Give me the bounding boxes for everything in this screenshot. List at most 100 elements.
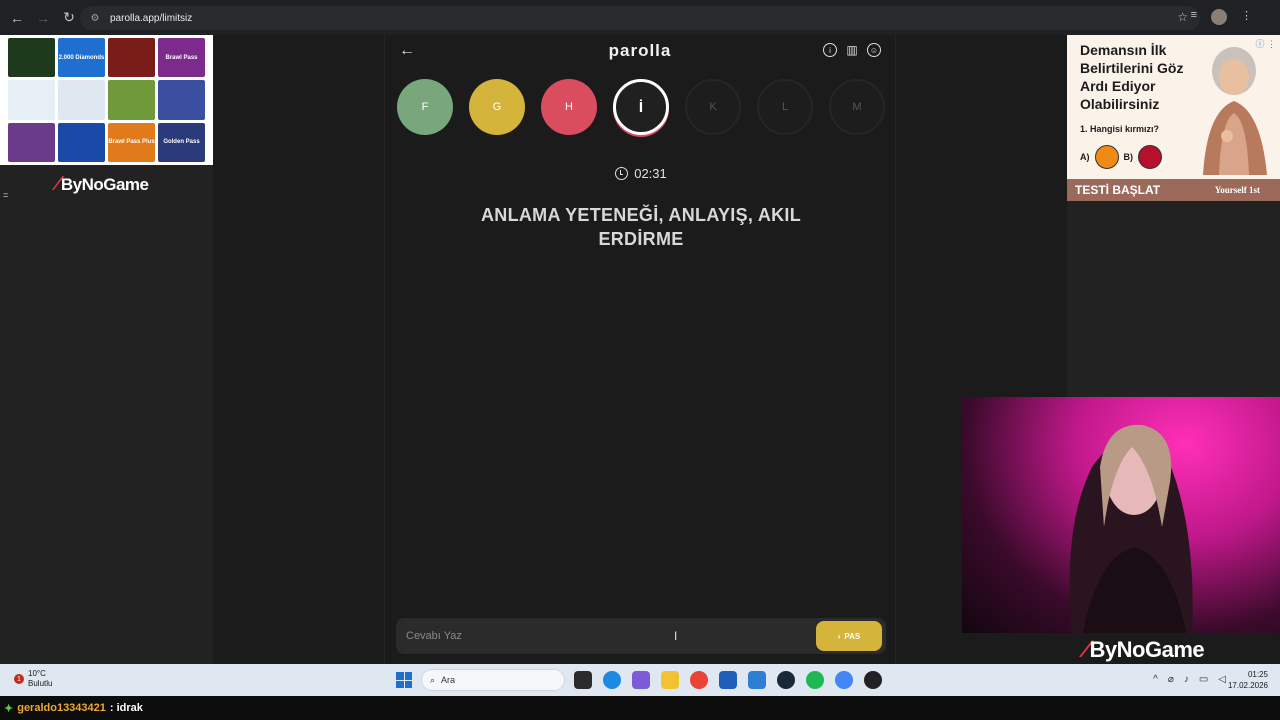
elderly-woman-illustration [1203,47,1267,175]
ad-product-tile[interactable] [158,80,205,120]
volume-icon[interactable]: ◁ [1218,674,1226,685]
letter-circle-m: M [829,79,885,135]
ad-headline: Demansın İlk Belirtilerini Göz Ardı Ediy… [1080,42,1184,112]
menu-icon[interactable]: ⋮ [1241,9,1252,25]
browser-toolbar: ← → ↻ ⚙ parolla.app/limitsiz ☆ ≡ ⋮ [0,0,1280,35]
ad-product-tile[interactable] [108,80,155,120]
temperature: 10°C [28,669,46,678]
game-title: parolla [608,41,672,60]
forward-icon[interactable]: → [34,9,52,27]
letter-circle-i̇: İ [613,79,669,135]
letter-wheel: FGHİKLM [397,79,887,137]
game-back-button[interactable]: ← [399,42,415,60]
letter-circle-k: K [685,79,741,135]
file-explorer-icon[interactable] [661,671,679,689]
microphone-icon[interactable]: ♪ [1184,674,1189,685]
question-text: ANLAMA YETENEĞİ, ANLAYIŞ, AKIL ERDİRME [480,205,802,249]
chrome-active-icon[interactable] [835,671,853,689]
windows-taskbar: 1 10°C Bulutlu ⌕ Ara ^ ⌀ ♪ ▭ ◁ 01:25 17.… [0,664,1280,696]
letter-circle-h: H [541,79,597,135]
subscriber-badge-icon: ✦ [4,702,14,715]
answer-bar: › PAS [396,618,886,654]
ad-options: A) B) [1080,145,1162,169]
webcam-overlay [962,397,1280,633]
media-control-icon[interactable]: ≡ [1191,9,1197,25]
taskbar-search-placeholder: Ara [441,675,456,685]
weather-condition: Bulutlu [28,679,53,688]
ad-product-tile[interactable] [58,122,105,162]
bynogame-watermark: ⁄ ByNoGame [1084,636,1205,664]
spotify-icon[interactable] [806,671,824,689]
ad-option-a-dot[interactable] [1094,145,1119,169]
mail-icon[interactable] [748,671,766,689]
timer: 02:31 [385,166,897,181]
right-column-blank [1067,201,1280,397]
chat-text: : idrak [109,702,143,714]
copilot-icon[interactable] [632,671,650,689]
profile-icon[interactable]: ☺ [867,43,881,57]
letter-circle-f: F [397,79,453,135]
bynogame-logo-text: ByNoGame [60,174,149,194]
system-tray: ^ ⌀ ♪ ▭ ◁ [1153,674,1226,685]
taskbar-apps [574,671,882,689]
address-bar[interactable]: ⚙ parolla.app/limitsiz ☆ [80,6,1200,30]
ad-cta-label: TESTİ BAŞLAT [1075,183,1161,197]
ad-product-tile[interactable]: Brawl Pass [158,38,205,78]
bynogame-logo[interactable]: ⁄ ByNoGame [56,173,149,196]
bynogame-mark-icon: ⁄ [56,173,59,195]
ad-product-tile[interactable]: Golden Pass [158,122,205,162]
clock-time: 01:25 [1247,670,1268,679]
chat-message: ✦ geraldo13343421 : idrak [0,696,1280,720]
streamer-silhouette [1069,424,1193,633]
clock-date: 17.02.2026 [1227,681,1268,690]
ad-cta-button[interactable]: TESTİ BAŞLAT Yourself 1st [1067,179,1280,201]
ad-question: 1. Hangisi kırmızı? [1080,124,1160,134]
left-ad-panel: 2.000 Diamonds Brawl Pass Brawl Pass Plus G… [0,35,213,664]
ad-product-tile[interactable] [8,80,55,120]
bynogame-mark-icon: ⁄ [1084,636,1088,663]
weather-widget[interactable]: 1 10°C Bulutlu [14,669,52,689]
system-clock[interactable]: 01:25 17.02.2026 [1228,669,1268,691]
stats-icon[interactable]: ▥ [845,43,859,57]
ad-product-tile[interactable]: 2.000 Diamonds [58,38,105,78]
reload-icon[interactable]: ↻ [60,9,78,27]
answer-input[interactable] [406,630,816,642]
notification-badge: 1 [14,674,24,684]
taskbar-search[interactable]: ⌕ Ara [421,669,565,691]
chevron-up-icon[interactable]: ^ [1153,674,1158,685]
ad-option-b-dot[interactable] [1138,145,1162,169]
right-ad-banner[interactable]: Demansın İlk Belirtilerini Göz Ardı Ediy… [1067,35,1280,201]
search-icon: ⌕ [430,674,436,685]
pass-button[interactable]: › PAS [816,621,882,651]
ad-product-tile[interactable] [8,38,55,78]
url-text: parolla.app/limitsiz [110,12,193,24]
chevron-right-icon: › [837,631,841,641]
ad-product-tile[interactable]: Brawl Pass Plus [108,122,155,162]
windows-start-icon[interactable] [396,672,412,688]
ad-product-tile[interactable] [108,38,155,78]
edge-icon[interactable] [603,671,621,689]
ad-product-grid[interactable]: 2.000 Diamonds Brawl Pass Brawl Pass Plus G… [0,35,213,165]
store-icon[interactable] [719,671,737,689]
ad-product-tile[interactable] [8,122,55,162]
bookmark-star-icon[interactable]: ☆ [1177,10,1188,24]
app-icon[interactable] [864,671,882,689]
back-icon[interactable]: ← [8,9,26,27]
ad-option-b-label: B) [1123,152,1134,162]
info-icon[interactable]: i [823,43,837,57]
chrome-icon[interactable] [690,671,708,689]
game-header: ← parolla i ▥ ☺ [385,35,895,67]
network-icon[interactable]: ⌀ [1168,674,1174,685]
game-panel: ← parolla i ▥ ☺ FGHİKLM 02:31 ANLAMA YET… [384,35,896,664]
ad-info-icon[interactable]: ⓘ ⋮ [1255,37,1276,50]
profile-avatar[interactable] [1211,9,1227,25]
site-info-icon[interactable]: ⚙ [88,11,102,25]
ad-product-tile[interactable] [58,80,105,120]
text-cursor-icon: I [674,629,678,643]
task-view-icon[interactable] [574,671,592,689]
display-icon[interactable]: ▭ [1199,674,1208,685]
ad-brand: Yourself 1st [1214,185,1260,195]
letter-circle-g: G [469,79,525,135]
steam-icon[interactable] [777,671,795,689]
ad-option-a-label: A) [1080,152,1090,162]
